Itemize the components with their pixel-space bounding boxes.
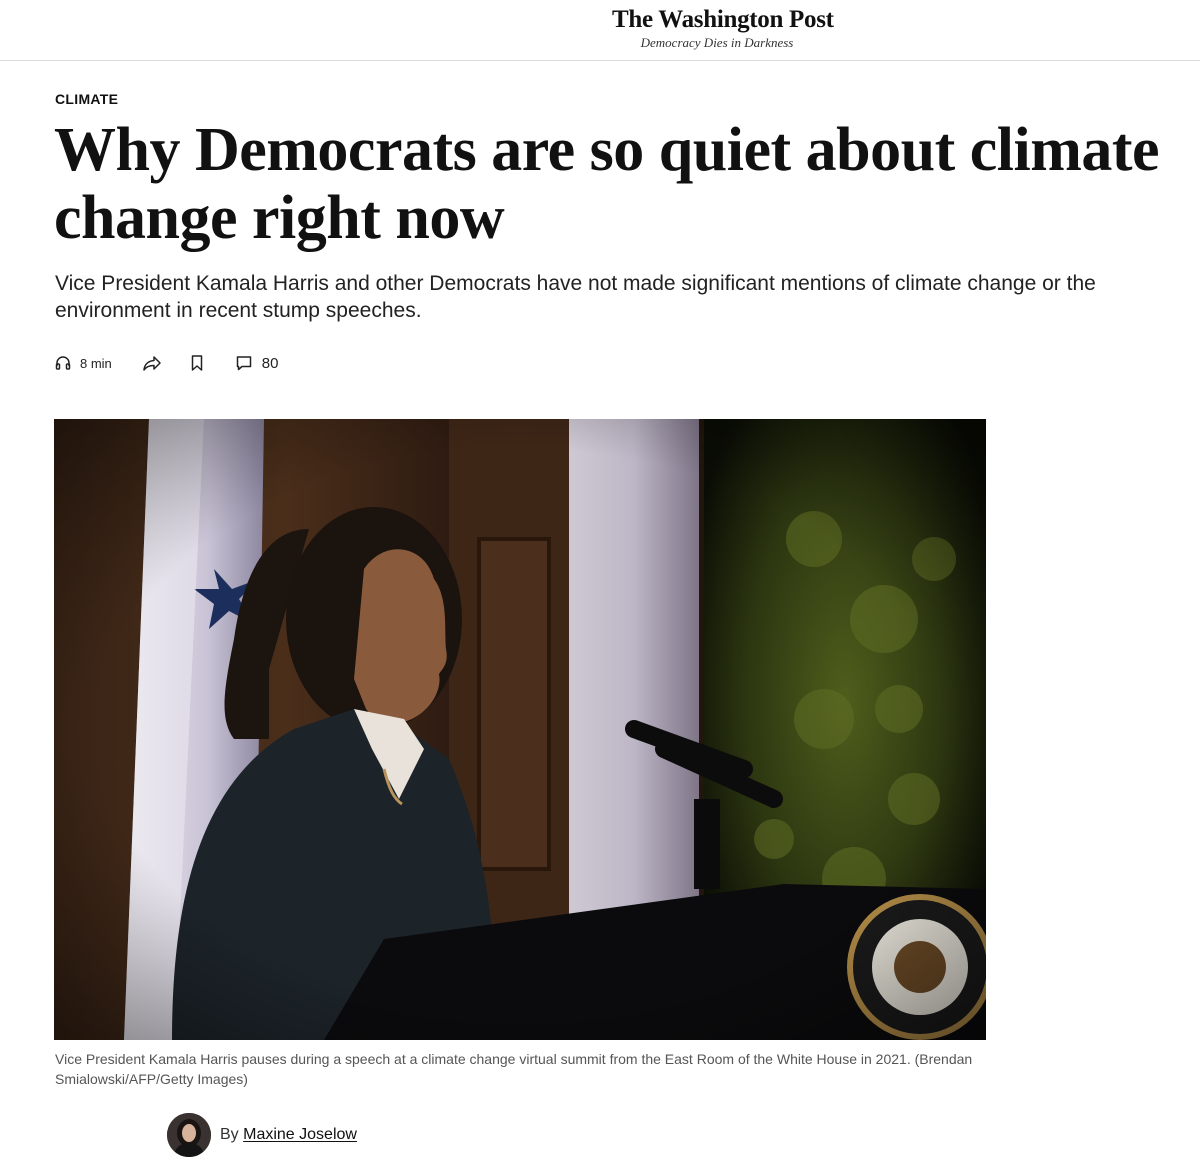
share-button[interactable] xyxy=(142,354,162,372)
byline-text: By Maxine Joselow xyxy=(220,1126,357,1144)
headphones-icon xyxy=(54,354,72,372)
share-icon xyxy=(142,354,162,372)
listen-time: 8 min xyxy=(80,355,112,371)
masthead: The Washington Post Democracy Dies in Da… xyxy=(0,0,1200,61)
listen-button[interactable]: 8 min xyxy=(54,354,112,372)
save-button[interactable] xyxy=(189,354,205,372)
bookmark-icon xyxy=(189,354,205,372)
byline-prefix: By xyxy=(220,1126,239,1143)
section-kicker[interactable]: CLIMATE xyxy=(55,91,118,107)
author-link[interactable]: Maxine Joselow xyxy=(243,1126,357,1143)
comments-button[interactable]: 80 xyxy=(235,354,279,372)
article-toolbar: 8 min 80 xyxy=(54,352,278,374)
byline: By Maxine Joselow xyxy=(167,1113,357,1157)
comment-icon xyxy=(235,354,253,372)
logo-tagline: Democracy Dies in Darkness xyxy=(640,35,794,50)
avatar-illustration xyxy=(167,1113,211,1157)
article-headline: Why Democrats are so quiet about climate… xyxy=(54,116,1160,252)
lead-photo[interactable] xyxy=(54,419,986,1040)
comment-count: 80 xyxy=(261,354,279,372)
photo-caption: Vice President Kamala Harris pauses duri… xyxy=(55,1051,973,1087)
article-dek: Vice President Kamala Harris and other D… xyxy=(55,272,1096,322)
author-avatar[interactable] xyxy=(167,1113,211,1157)
logo-title: The Washington Post xyxy=(612,6,834,33)
washington-post-logo[interactable]: The Washington Post Democracy Dies in Da… xyxy=(612,6,834,50)
lead-photo-illustration xyxy=(54,419,986,1040)
